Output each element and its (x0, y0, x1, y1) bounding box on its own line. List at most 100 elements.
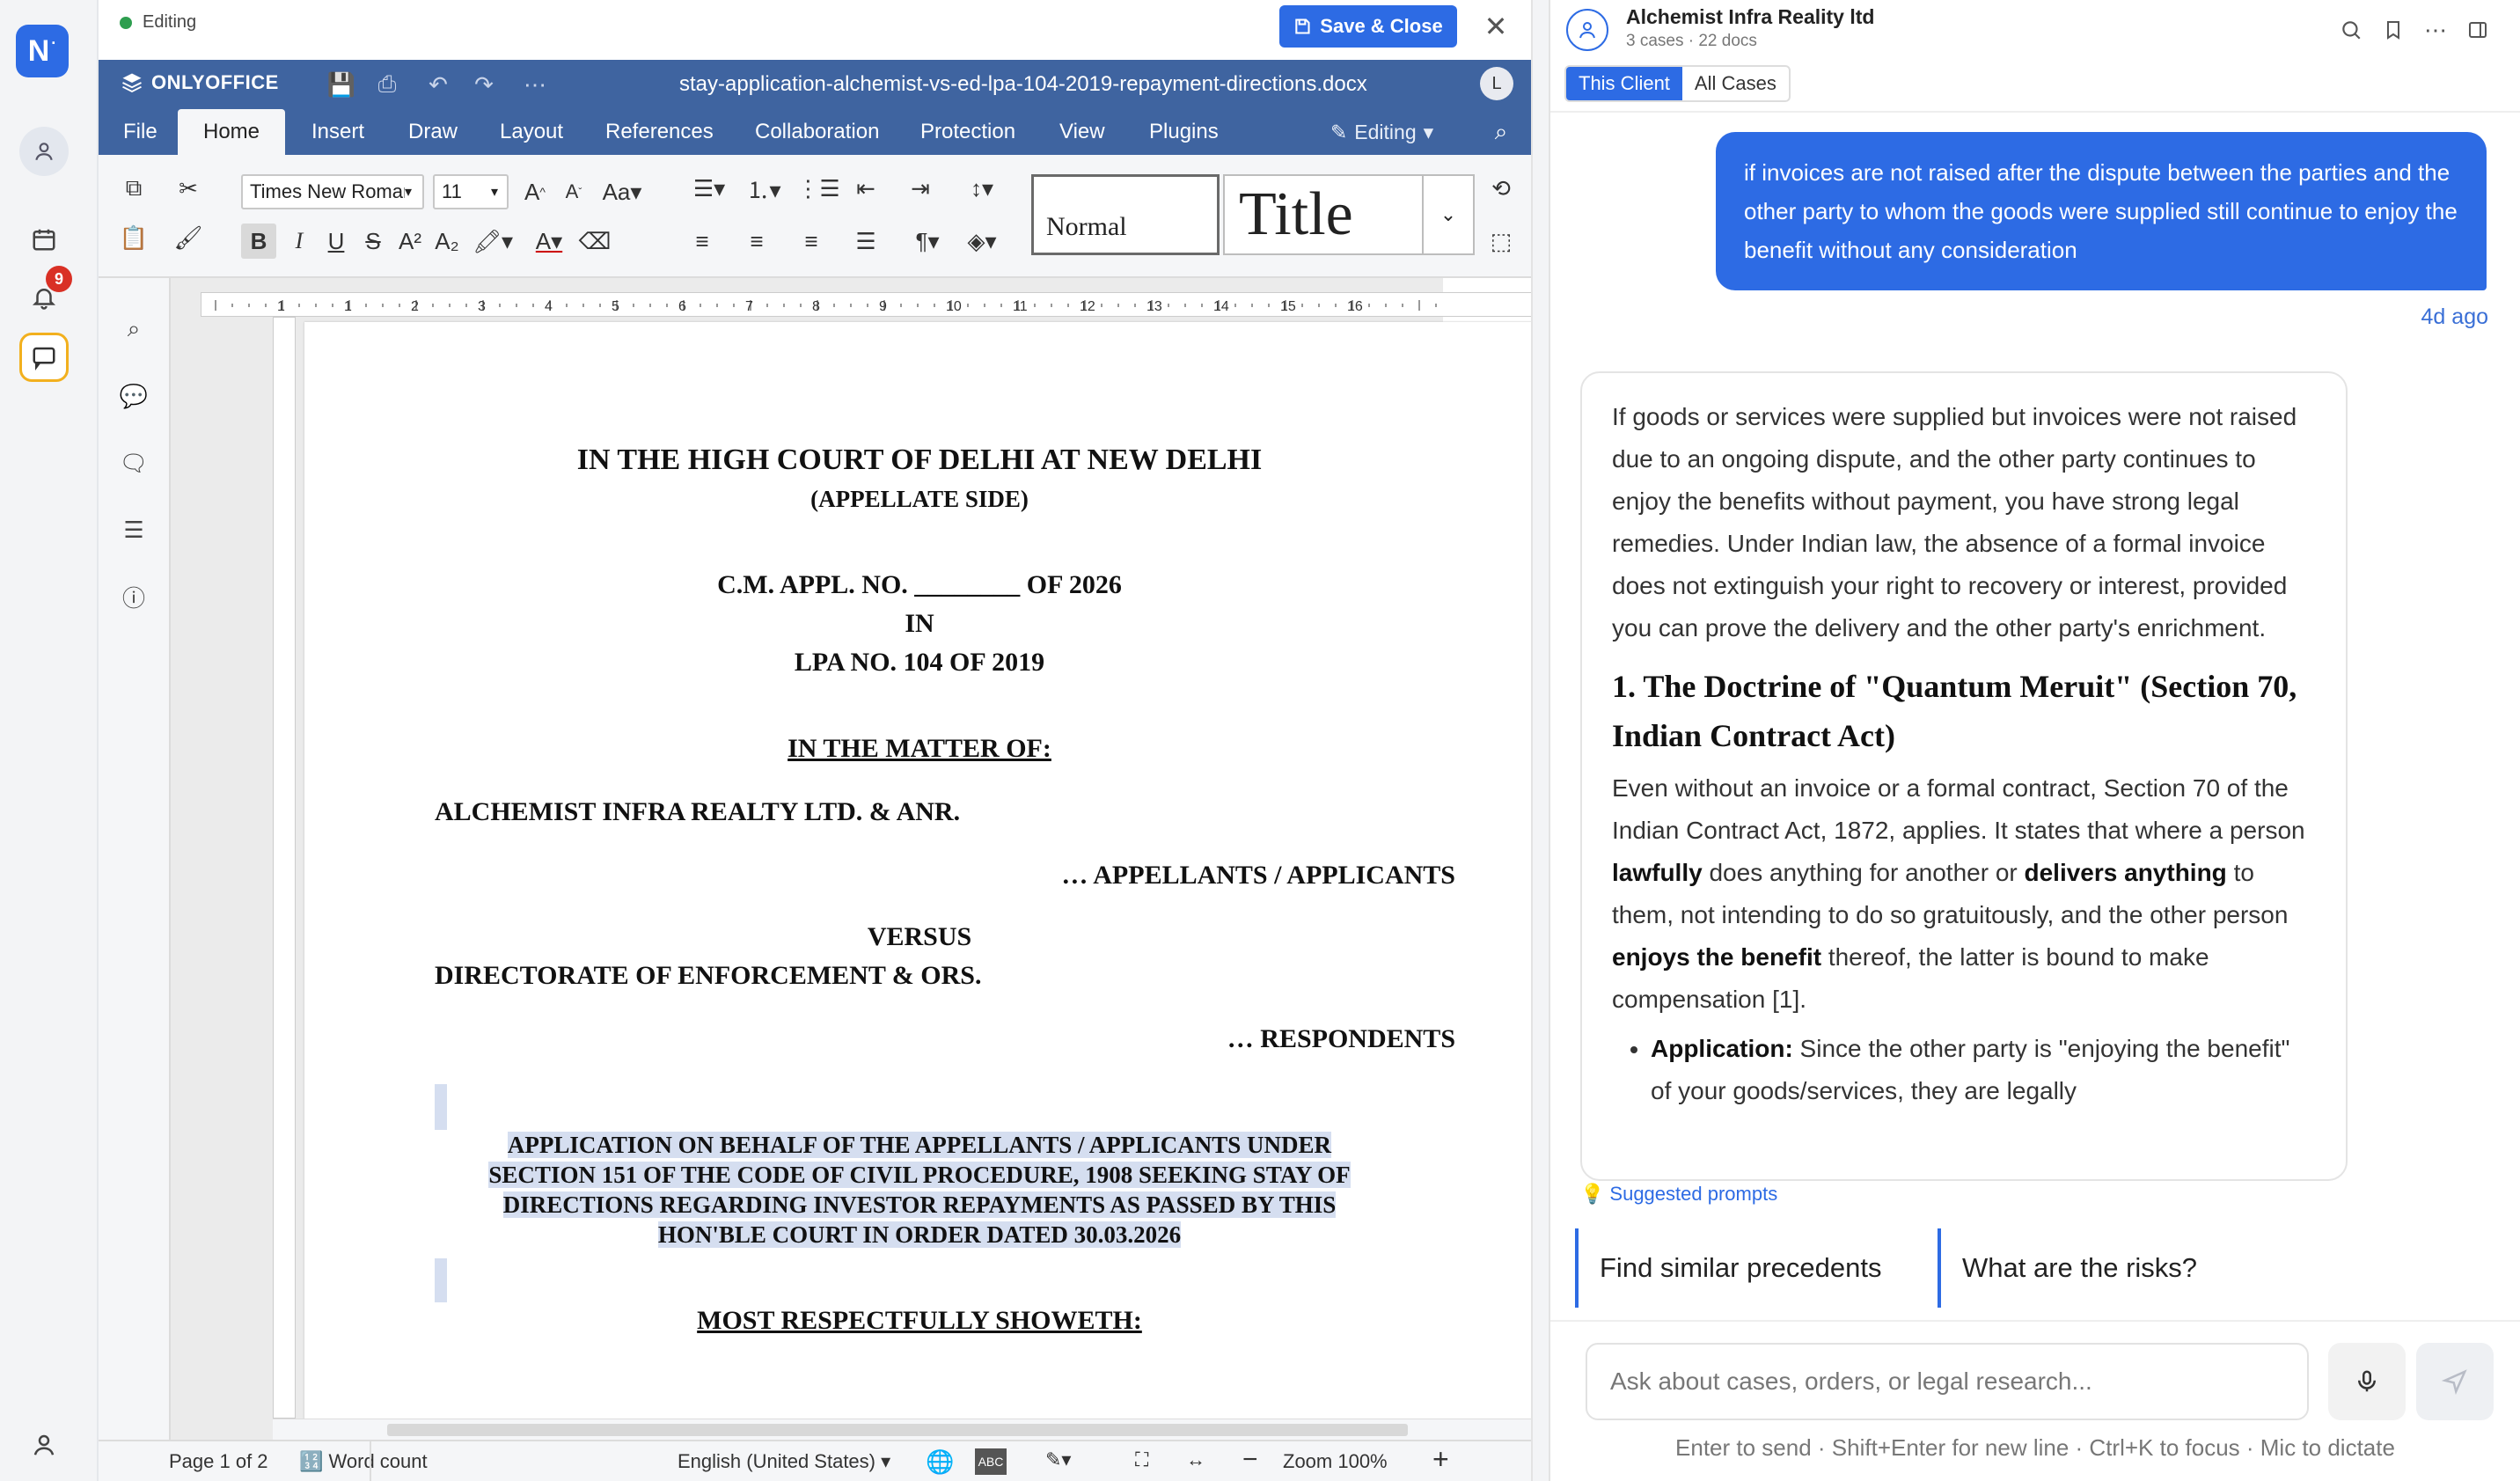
chat-icon[interactable]: 🗨 (116, 445, 151, 480)
tab-all-cases[interactable]: All Cases (1682, 67, 1789, 100)
clients-nav-button[interactable] (19, 127, 69, 176)
profile-nav-button[interactable] (19, 1420, 69, 1470)
bullets-icon[interactable]: ☰▾ (685, 171, 734, 206)
editing-mode-label: Editing (1354, 120, 1417, 143)
superscript-icon[interactable]: A² (392, 224, 428, 259)
decrease-indent-icon[interactable]: ⇤ (848, 171, 883, 206)
more-options-icon[interactable]: ⋯ (2420, 14, 2451, 46)
editing-mode-dropdown[interactable]: ✎ Editing ▾ (1330, 109, 1433, 155)
panel-divider[interactable] (1531, 0, 1550, 1481)
highlight-color-icon[interactable]: 🖍▾ (468, 224, 517, 259)
print-icon[interactable]: ⎙ (371, 69, 403, 100)
collapse-panel-icon[interactable] (2462, 14, 2494, 46)
search-icon[interactable] (2335, 14, 2367, 46)
menu-collaboration[interactable]: Collaboration (736, 109, 898, 155)
scroll-thumb[interactable] (387, 1424, 1408, 1436)
menu-insert[interactable]: Insert (292, 109, 384, 155)
text-span: Even without an invoice or a formal cont… (1612, 774, 2305, 844)
tab-this-client[interactable]: This Client (1566, 67, 1682, 100)
find-icon[interactable]: ⌕ (116, 312, 151, 347)
zoom-level[interactable]: Zoom 100% (1283, 1450, 1388, 1473)
user-avatar[interactable]: L (1480, 67, 1513, 100)
font-name-select[interactable]: Times New Roman ▾ (241, 174, 424, 209)
undo-icon[interactable]: ↶ (422, 69, 454, 100)
change-case-icon[interactable]: Aa▾ (597, 174, 648, 209)
page-indicator[interactable]: Page 1 of 2 (169, 1450, 268, 1473)
select-all-icon[interactable]: ⬚ (1483, 224, 1519, 259)
copy-icon[interactable]: ⧉ (116, 171, 151, 206)
globe-icon[interactable]: 🌐 (926, 1448, 954, 1476)
font-color-icon[interactable]: A▾ (524, 224, 574, 259)
prompt-find-precedents[interactable]: Find similar precedents (1575, 1228, 1930, 1308)
redo-icon[interactable]: ↷ (468, 69, 500, 100)
strikethrough-icon[interactable]: S (355, 224, 391, 259)
chat-input[interactable]: Ask about cases, orders, or legal resear… (1586, 1343, 2309, 1420)
language-select[interactable]: English (United States) ▾ (678, 1450, 890, 1473)
menu-references[interactable]: References (586, 109, 733, 155)
align-left-icon[interactable]: ≡ (685, 224, 720, 259)
close-editor-icon[interactable]: ✕ (1478, 9, 1513, 44)
justify-icon[interactable]: ☰ (848, 224, 883, 259)
menu-layout[interactable]: Layout (480, 109, 582, 155)
comments-icon[interactable]: 💬 (116, 378, 151, 414)
underline-icon[interactable]: U (319, 224, 354, 259)
save-doc-icon[interactable]: 💾 (326, 69, 357, 100)
more-icon[interactable]: ⋯ (519, 69, 551, 100)
mic-button[interactable] (2328, 1343, 2406, 1420)
application-line: HON'BLE COURT IN ORDER DATED 30.03.2026 (657, 1221, 1182, 1248)
horizontal-ruler[interactable]: 1 1 2 3 4 5 6 7 8 9 10 11 12 13 14 15 16 (201, 292, 1550, 317)
spellcheck-icon[interactable]: ABC (975, 1448, 1007, 1475)
increase-indent-icon[interactable]: ⇥ (903, 171, 938, 206)
navigation-icon[interactable]: ☰ (116, 512, 151, 547)
font-size-select[interactable]: 11 ▾ (433, 174, 509, 209)
zoom-out-icon[interactable]: − (1242, 1445, 1258, 1475)
multilevel-list-icon[interactable]: ⋮☰ (794, 171, 843, 206)
info-icon[interactable]: ⓘ (116, 579, 151, 614)
vertical-ruler[interactable] (273, 317, 296, 1419)
send-button[interactable] (2416, 1343, 2494, 1420)
increase-font-icon[interactable]: A ^ (517, 174, 553, 209)
cut-icon[interactable]: ✂ (171, 171, 206, 206)
paste-icon[interactable]: 📋 (116, 220, 151, 255)
app-logo[interactable]: N · (16, 25, 69, 77)
menu-draw[interactable]: Draw (389, 109, 477, 155)
bookmark-icon[interactable] (2377, 14, 2409, 46)
style-normal[interactable]: Normal (1031, 174, 1220, 255)
message-timestamp: 4d ago (2421, 304, 2488, 329)
menu-bar: File Home Insert Draw Layout References … (99, 109, 1531, 155)
fit-page-icon[interactable]: ⛶ (1135, 1448, 1148, 1471)
replace-icon[interactable]: ⟲ (1483, 171, 1519, 206)
send-icon (2442, 1369, 2467, 1395)
save-close-button[interactable]: Save & Close (1279, 5, 1457, 48)
zoom-in-icon[interactable]: + (1432, 1443, 1449, 1476)
format-painter-icon[interactable]: 🖌 (171, 220, 206, 255)
document-page[interactable]: IN THE HIGH COURT OF DELHI AT NEW DELHI … (304, 322, 1535, 1422)
styles-expand-button[interactable]: ⌄ (1422, 174, 1475, 255)
prompt-risks[interactable]: What are the risks? (1938, 1228, 2228, 1308)
clear-style-icon[interactable]: ⌫ (577, 224, 612, 259)
menu-view[interactable]: View (1040, 109, 1124, 155)
align-right-icon[interactable]: ≡ (794, 224, 829, 259)
search-icon[interactable]: ⌕ (1485, 116, 1517, 148)
subscript-icon[interactable]: A₂ (429, 224, 465, 259)
numbering-icon[interactable]: ⒈▾ (739, 171, 788, 206)
notifications-nav-button[interactable]: 9 (19, 266, 72, 322)
align-center-icon[interactable]: ≡ (739, 224, 774, 259)
word-count[interactable]: 🔢 Word count (299, 1450, 428, 1473)
calendar-nav-button[interactable] (19, 215, 69, 264)
nonprinting-chars-icon[interactable]: ¶▾ (903, 224, 952, 259)
decrease-font-icon[interactable]: Aˇ (556, 174, 591, 209)
line-spacing-icon[interactable]: ↕▾ (957, 171, 1007, 206)
menu-protection[interactable]: Protection (901, 109, 1035, 155)
menu-file[interactable]: File (104, 109, 177, 155)
chat-nav-button[interactable] (19, 333, 69, 382)
italic-icon[interactable]: I (282, 224, 317, 259)
horizontal-scrollbar[interactable] (273, 1419, 1559, 1440)
shading-icon[interactable]: ◈▾ (957, 224, 1007, 259)
bold-icon[interactable]: B (241, 224, 276, 259)
menu-home[interactable]: Home (178, 109, 285, 155)
style-title[interactable]: Title (1223, 174, 1425, 255)
fit-width-icon[interactable]: ↔ (1186, 1448, 1205, 1471)
menu-plugins[interactable]: Plugins (1130, 109, 1238, 155)
track-changes-icon[interactable]: ✎▾ (1045, 1448, 1071, 1471)
